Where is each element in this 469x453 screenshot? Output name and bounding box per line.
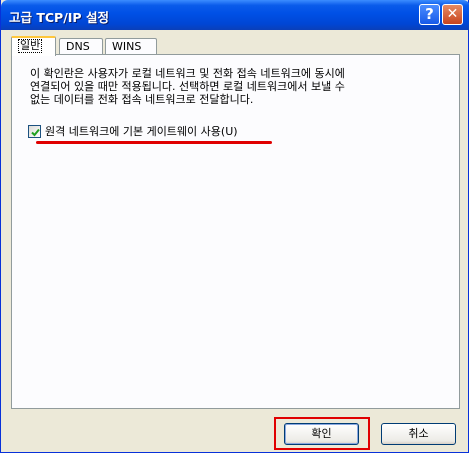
tab-general-label: 일반 xyxy=(18,39,43,53)
general-tab-panel: 이 확인란은 사용자가 로컬 네트워크 및 전화 접속 네트워크에 동시에 연결… xyxy=(11,54,460,409)
help-icon: ? xyxy=(425,5,434,23)
gateway-checkbox[interactable] xyxy=(28,125,41,138)
annotation-box xyxy=(274,417,370,450)
close-button[interactable]: ✕ xyxy=(442,4,463,25)
tab-wins[interactable]: WINS xyxy=(105,38,157,55)
tab-dns-label: DNS xyxy=(66,40,90,53)
checkmark-icon xyxy=(31,128,40,137)
title-bar[interactable]: 고급 TCP/IP 설정 ? ✕ xyxy=(1,0,469,30)
window-title: 고급 TCP/IP 설정 xyxy=(9,10,109,25)
description-text: 이 확인란은 사용자가 로컬 네트워크 및 전화 접속 네트워크에 동시에 연결… xyxy=(30,67,345,106)
tab-general[interactable]: 일반 xyxy=(11,36,56,56)
gateway-checkbox-label[interactable]: 원격 네트워크에 기본 게이트웨이 사용(U) xyxy=(45,125,238,138)
close-icon: ✕ xyxy=(446,6,459,22)
help-button[interactable]: ? xyxy=(419,4,440,25)
dialog-window: 고급 TCP/IP 설정 ? ✕ 일반 DNS WINS 이 확인란은 사용자가… xyxy=(0,0,469,453)
tab-dns[interactable]: DNS xyxy=(59,38,103,55)
annotation-underline xyxy=(36,141,272,144)
tab-wins-label: WINS xyxy=(112,40,142,53)
cancel-button[interactable]: 취소 xyxy=(381,423,456,445)
